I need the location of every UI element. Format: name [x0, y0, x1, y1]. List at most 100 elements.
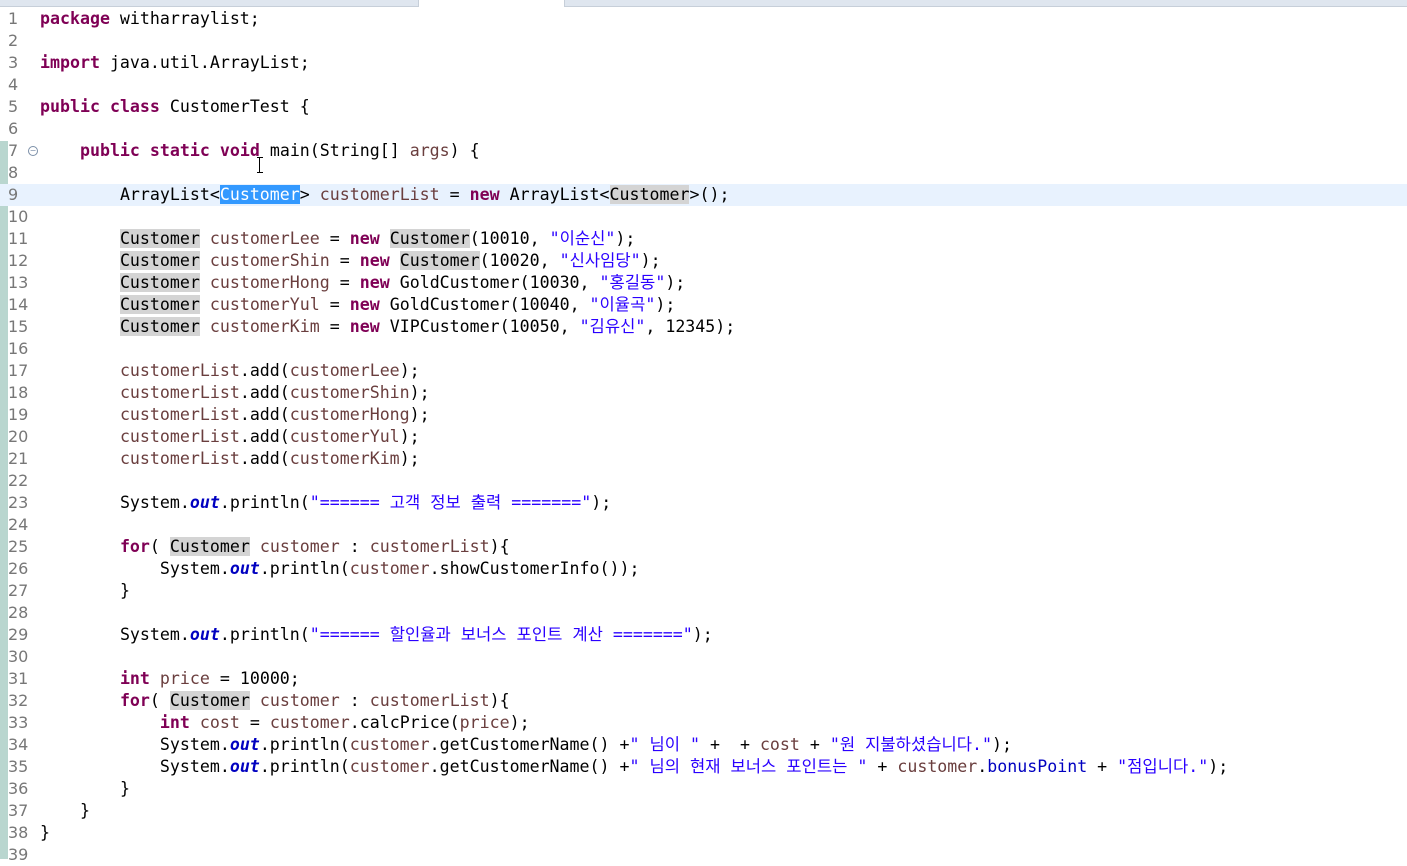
code-token: (10010,: [469, 229, 550, 248]
line-number: 13: [8, 273, 29, 292]
code-line: 35 System.out.println(customer.getCustom…: [0, 756, 1407, 778]
code-token: (10020,: [479, 251, 560, 270]
fold-collapse-icon[interactable]: −: [28, 146, 38, 156]
code-line: 38 }: [0, 822, 1407, 844]
local-variable: customerYul: [209, 295, 320, 314]
code-line: 5 public class CustomerTest {: [0, 96, 1407, 118]
local-variable: customerList: [369, 537, 490, 556]
string-literal: "신사임당": [559, 251, 641, 270]
code-token: .println(: [259, 559, 350, 578]
line-number: 36: [8, 779, 29, 798]
code-text: package witharraylist;: [40, 8, 260, 30]
line-number: 10: [8, 207, 29, 226]
local-variable: customerLee: [209, 229, 320, 248]
keyword: public: [79, 141, 140, 160]
local-variable: customerHong: [289, 405, 410, 424]
code-token: );: [409, 383, 430, 402]
static-field: out: [229, 757, 260, 776]
code-line: 4: [0, 74, 1407, 96]
code-text: customerList.add(customerKim);: [40, 448, 420, 470]
code-text: int price = 10000;: [40, 668, 300, 690]
line-number: 37: [8, 801, 29, 820]
string-literal: " 님이 ": [629, 735, 700, 754]
code-line: 36 }: [0, 778, 1407, 800]
code-line: 30: [0, 646, 1407, 668]
code-token: .add(: [239, 361, 290, 380]
code-editor[interactable]: 1 package witharraylist; 2 3 import java…: [0, 8, 1407, 864]
code-token: .add(: [239, 449, 290, 468]
occurrence-highlight: Customer: [119, 251, 200, 270]
code-text: customerList.add(customerShin);: [40, 382, 430, 404]
code-token: GoldCustomer(10040,: [379, 295, 590, 314]
code-token: >();: [689, 185, 730, 204]
code-line: 29 System.out.println("====== 할인율과 보너스 포…: [0, 624, 1407, 646]
keyword: static: [149, 141, 210, 160]
line-number: 9: [8, 185, 19, 204]
code-line: 1 package witharraylist;: [0, 8, 1407, 30]
line-number: 23: [8, 493, 29, 512]
code-text: public class CustomerTest {: [40, 96, 310, 118]
keyword: public: [40, 97, 100, 116]
code-line: 20 customerList.add(customerYul);: [0, 426, 1407, 448]
code-token: java.util.ArrayList;: [99, 53, 310, 72]
line-number: 33: [8, 713, 29, 732]
code-token: :: [339, 691, 370, 710]
code-token: =: [319, 229, 350, 248]
code-token: System.: [159, 735, 230, 754]
code-token: =: [329, 273, 360, 292]
line-number: 19: [8, 405, 29, 424]
string-literal: "점입니다.": [1117, 757, 1209, 776]
code-token: .println(: [259, 757, 350, 776]
code-line: 25 for( Customer customer : customerList…: [0, 536, 1407, 558]
line-number: 28: [8, 603, 29, 622]
line-number: 21: [8, 449, 29, 468]
code-token: System.: [119, 493, 190, 512]
tab-customertest-java[interactable]: [418, 0, 565, 7]
string-literal: "원 지불하셨습니다.": [829, 735, 992, 754]
code-line: 22: [0, 470, 1407, 492]
code-token: }: [119, 779, 130, 798]
code-token: =: [439, 185, 470, 204]
code-line: 26 System.out.println(customer.showCusto…: [0, 558, 1407, 580]
code-token: .add(: [239, 405, 290, 424]
local-variable: customerList: [119, 405, 240, 424]
line-number: 11: [8, 229, 29, 248]
occurrence-highlight: Customer: [119, 229, 200, 248]
line-number: 35: [8, 757, 29, 776]
line-number: 1: [8, 9, 19, 28]
line-number: 39: [8, 845, 29, 864]
code-token: , 12345);: [645, 317, 736, 336]
code-token: );: [399, 449, 420, 468]
string-literal: "====== 고객 정보 출력 =======": [309, 493, 592, 512]
occurrence-highlight: Customer: [119, 295, 200, 314]
code-token: .println(: [219, 625, 310, 644]
local-variable: customer: [349, 757, 430, 776]
local-variable: customerList: [119, 427, 240, 446]
line-number: 6: [8, 119, 19, 138]
code-token: ArrayList<: [119, 185, 220, 204]
code-line: 6: [0, 118, 1407, 140]
code-text: }: [40, 822, 50, 844]
code-line: 37 }: [0, 800, 1407, 822]
code-text: Customer customerYul = new GoldCustomer(…: [40, 294, 675, 316]
code-token: .calcPrice(: [349, 713, 460, 732]
occurrence-highlight: Customer: [399, 251, 480, 270]
code-text: System.out.println(customer.getCustomerN…: [40, 734, 1012, 756]
code-text: Customer customerKim = new VIPCustomer(1…: [40, 316, 735, 338]
line-number: 20: [8, 427, 29, 446]
static-field: out: [189, 493, 220, 512]
line-number: 12: [8, 251, 29, 270]
code-token: );: [509, 713, 530, 732]
string-literal: "이율곡": [589, 295, 656, 314]
keyword: new: [349, 229, 380, 248]
line-number: 27: [8, 581, 29, 600]
code-token: .showCustomerInfo());: [429, 559, 640, 578]
code-text: customerList.add(customerHong);: [40, 404, 430, 426]
selected-identifier[interactable]: Customer: [219, 185, 300, 204]
local-variable: customer: [269, 713, 350, 732]
code-token: main(String[]: [259, 141, 410, 160]
code-line: 31 int price = 10000;: [0, 668, 1407, 690]
code-line: 14 Customer customerYul = new GoldCustom…: [0, 294, 1407, 316]
local-variable: customerList: [119, 449, 240, 468]
local-variable: customerList: [119, 361, 240, 380]
